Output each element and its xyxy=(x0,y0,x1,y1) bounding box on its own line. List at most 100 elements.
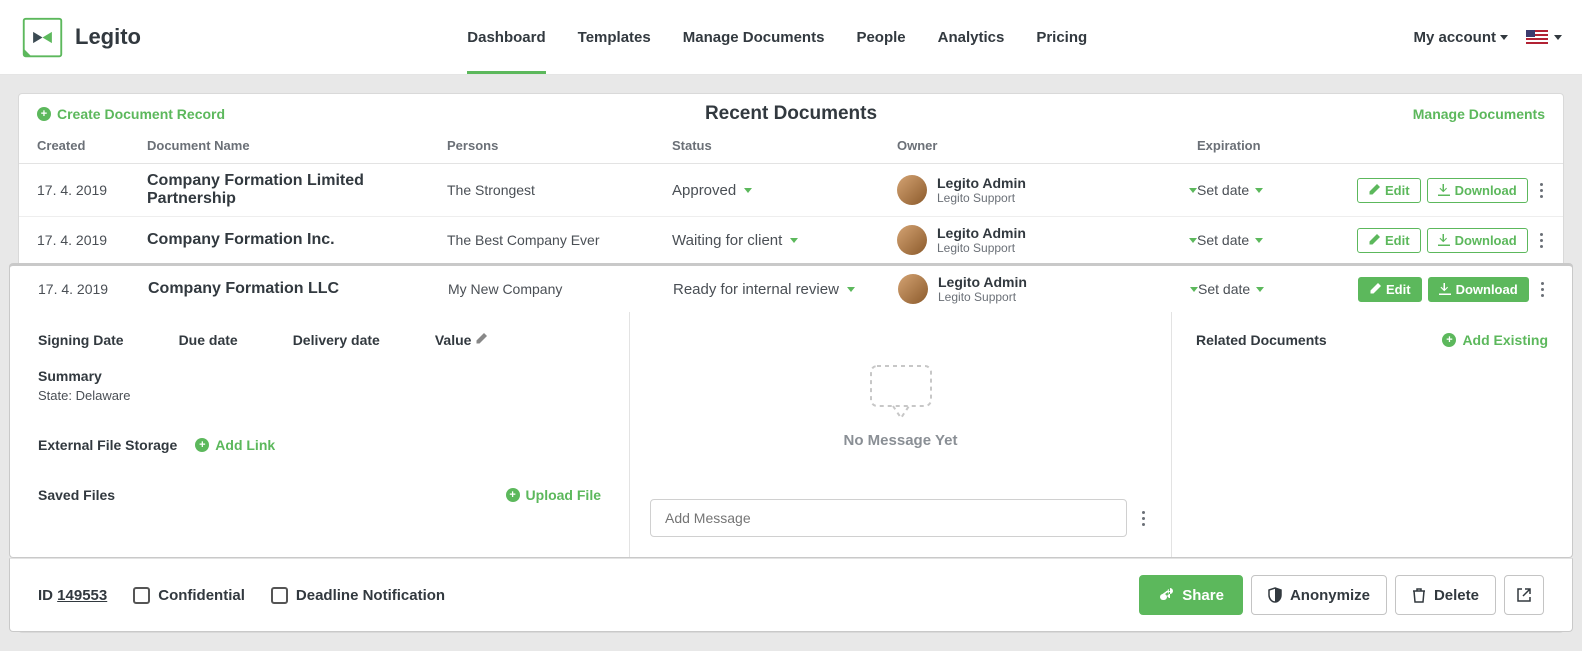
pencil-icon xyxy=(1368,184,1380,196)
caret-down-icon xyxy=(1500,35,1508,40)
external-storage-label: External File Storage xyxy=(38,437,177,453)
cell-owner[interactable]: Legito AdminLegito Support xyxy=(897,225,1197,255)
owner-name: Legito Admin xyxy=(937,175,1026,191)
cell-status[interactable]: Approved xyxy=(672,182,897,199)
saved-files-label: Saved Files xyxy=(38,487,115,503)
svg-text:+: + xyxy=(1166,588,1171,596)
nav-dashboard[interactable]: Dashboard xyxy=(467,1,545,74)
caret-down-icon xyxy=(847,287,855,292)
caret-down-icon xyxy=(1255,238,1263,243)
open-external-button[interactable] xyxy=(1504,575,1544,615)
share-icon: + xyxy=(1158,588,1174,602)
logo-icon xyxy=(20,15,65,60)
language-selector[interactable] xyxy=(1526,30,1562,44)
caret-down-icon xyxy=(1189,188,1197,193)
caret-down-icon xyxy=(1256,287,1264,292)
download-button[interactable]: Download xyxy=(1428,277,1529,302)
col-document-name: Document Name xyxy=(147,138,447,153)
upload-file-button[interactable]: +Upload File xyxy=(506,487,601,503)
nav-manage-documents[interactable]: Manage Documents xyxy=(683,1,825,74)
due-date-label[interactable]: Due date xyxy=(179,332,238,348)
detail-footer: ID 149553 Confidential Deadline Notifica… xyxy=(9,558,1573,632)
col-persons: Persons xyxy=(447,138,672,153)
message-more-button[interactable] xyxy=(1135,507,1151,530)
cell-persons: The Strongest xyxy=(447,182,672,198)
table-row[interactable]: 17. 4. 2019 Company Formation Limited Pa… xyxy=(19,164,1563,217)
manage-documents-link[interactable]: Manage Documents xyxy=(1413,106,1545,122)
my-account-link[interactable]: My account xyxy=(1413,29,1508,46)
caret-down-icon xyxy=(1255,188,1263,193)
delivery-date-label[interactable]: Delivery date xyxy=(293,332,380,348)
cell-persons: My New Company xyxy=(448,281,673,297)
account-label: My account xyxy=(1413,29,1496,46)
col-status: Status xyxy=(672,138,897,153)
cell-document-name[interactable]: Company Formation Limited Partnership xyxy=(147,172,447,208)
table-row[interactable]: 17. 4. 2019 Company Formation Inc. The B… xyxy=(19,217,1563,264)
cell-expiration[interactable]: Set date xyxy=(1198,281,1358,297)
col-expiration: Expiration xyxy=(1197,138,1357,153)
cell-document-name[interactable]: Company Formation LLC xyxy=(148,280,448,298)
add-message-input[interactable] xyxy=(650,499,1127,537)
add-link-button[interactable]: +Add Link xyxy=(195,437,275,453)
detail-messages-column: No Message Yet xyxy=(630,312,1172,557)
cell-status[interactable]: Waiting for client xyxy=(672,232,897,249)
edit-button[interactable]: Edit xyxy=(1358,277,1422,302)
caret-down-icon xyxy=(790,238,798,243)
cell-document-name[interactable]: Company Formation Inc. xyxy=(147,231,447,249)
panel-title: Recent Documents xyxy=(705,103,877,125)
summary-label: Summary xyxy=(38,368,601,384)
cell-owner[interactable]: Legito AdminLegito Support xyxy=(898,274,1198,304)
pencil-icon xyxy=(1369,283,1381,295)
row-detail-panel: Signing Date Due date Delivery date Valu… xyxy=(9,312,1573,558)
caret-down-icon xyxy=(1190,287,1198,292)
download-button[interactable]: Download xyxy=(1427,178,1528,203)
pencil-icon xyxy=(1368,234,1380,246)
pencil-icon xyxy=(475,333,487,345)
detail-left-column: Signing Date Due date Delivery date Valu… xyxy=(10,312,630,557)
create-label: Create Document Record xyxy=(57,106,225,122)
nav-templates[interactable]: Templates xyxy=(578,1,651,74)
cell-owner[interactable]: Legito AdminLegito Support xyxy=(897,175,1197,205)
owner-name: Legito Admin xyxy=(937,225,1026,241)
more-actions-button[interactable] xyxy=(1534,179,1550,202)
col-created: Created xyxy=(37,138,147,153)
nav-people[interactable]: People xyxy=(856,1,905,74)
download-icon xyxy=(1438,234,1450,246)
topbar: Legito Dashboard Templates Manage Docume… xyxy=(0,0,1582,75)
related-documents-label: Related Documents xyxy=(1196,332,1327,348)
cell-status[interactable]: Ready for internal review xyxy=(673,281,898,298)
cell-created: 17. 4. 2019 xyxy=(37,182,147,198)
plus-circle-icon: + xyxy=(506,488,520,502)
col-owner: Owner xyxy=(897,138,1197,153)
summary-text: State: Delaware xyxy=(38,388,601,403)
no-message-text: No Message Yet xyxy=(844,432,958,449)
logo-text: Legito xyxy=(75,24,141,50)
caret-down-icon xyxy=(744,188,752,193)
nav-pricing[interactable]: Pricing xyxy=(1036,1,1087,74)
caret-down-icon xyxy=(1189,238,1197,243)
cell-expiration[interactable]: Set date xyxy=(1197,182,1357,198)
cell-expiration[interactable]: Set date xyxy=(1197,232,1357,248)
main-nav: Dashboard Templates Manage Documents Peo… xyxy=(467,1,1087,74)
add-existing-button[interactable]: +Add Existing xyxy=(1442,332,1548,348)
download-button[interactable]: Download xyxy=(1427,228,1528,253)
plus-circle-icon: + xyxy=(37,107,51,121)
edit-button[interactable]: Edit xyxy=(1357,178,1421,203)
cell-persons: The Best Company Ever xyxy=(447,232,672,248)
more-actions-button[interactable] xyxy=(1534,229,1550,252)
anonymize-button[interactable]: Anonymize xyxy=(1251,575,1387,615)
table-header: Created Document Name Persons Status Own… xyxy=(19,134,1563,164)
table-row[interactable]: 17. 4. 2019 Company Formation LLC My New… xyxy=(9,264,1573,312)
row-actions: Edit Download xyxy=(1358,277,1551,302)
create-document-record-link[interactable]: + Create Document Record xyxy=(37,106,225,122)
delete-button[interactable]: Delete xyxy=(1395,575,1496,615)
share-button[interactable]: +Share xyxy=(1139,575,1243,615)
avatar xyxy=(897,225,927,255)
nav-analytics[interactable]: Analytics xyxy=(938,1,1005,74)
logo[interactable]: Legito xyxy=(20,15,141,60)
value-label[interactable]: Value xyxy=(435,332,487,348)
chat-bubble-icon xyxy=(865,362,937,424)
more-actions-button[interactable] xyxy=(1535,278,1551,301)
edit-button[interactable]: Edit xyxy=(1357,228,1421,253)
signing-date-label[interactable]: Signing Date xyxy=(38,332,124,348)
